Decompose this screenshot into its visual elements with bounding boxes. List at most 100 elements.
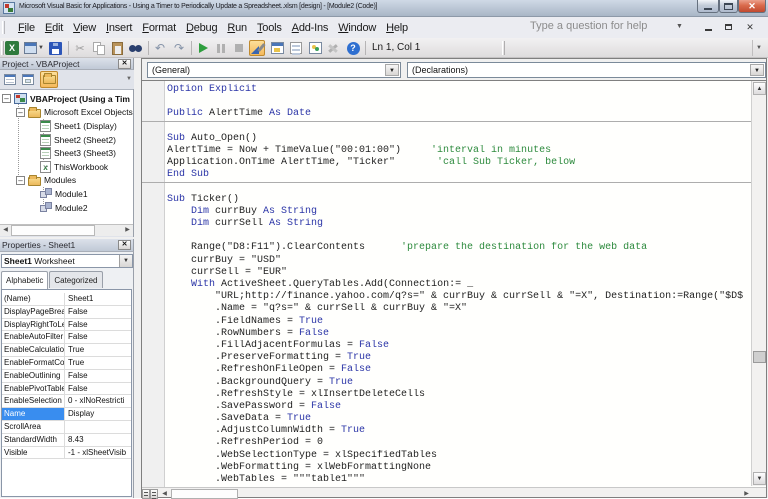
property-row-enableselection[interactable]: EnableSelection 0 - xlNoRestricti [2,395,131,409]
tree-item-module2[interactable]: Module2 [0,201,133,215]
question-box[interactable]: Type a question for help [530,20,680,35]
menu-debug[interactable]: Debug [181,20,222,36]
menu-grip[interactable] [2,21,5,34]
vscroll-thumb[interactable] [753,351,766,363]
object-dropdown[interactable]: (General) ▼ [147,62,401,78]
property-row-standardwidth[interactable]: StandardWidth 8.43 [2,433,131,447]
design-mode-button[interactable] [249,40,266,56]
menu-help[interactable]: Help [381,20,413,36]
property-row-displaypagebreak[interactable]: DisplayPageBreak False [2,305,131,319]
menu-window[interactable]: Window [333,20,381,36]
property-name[interactable]: (Name) [2,293,65,305]
project-hscrollbar[interactable]: ◀ ▶ [0,224,133,236]
project-explorer-button[interactable] [269,40,285,56]
property-name[interactable]: EnableSelection [2,395,65,408]
menu-run[interactable]: Run [222,20,252,36]
toolbar-grip-2[interactable] [502,41,505,55]
property-row-enablecalculation[interactable]: EnableCalculation True [2,344,131,357]
window-close-button[interactable]: ✕ [738,0,766,13]
menu-format[interactable]: Format [137,20,181,36]
insert-dropdown-arrow-icon[interactable]: ▼ [38,45,44,51]
property-value[interactable]: False [65,383,131,395]
help-button[interactable]: ? [345,40,361,56]
menu-file[interactable]: File [13,20,40,36]
menu-tools[interactable]: Tools [252,20,287,36]
property-row-name[interactable]: (Name) Sheet1 [2,293,131,306]
tree-item-microsoft-excel-objects[interactable]: – Microsoft Excel Objects [0,106,133,120]
tree-item-sheet3-sheet3[interactable]: Sheet3 (Sheet3) [0,146,133,160]
property-row-displayrighttolef[interactable]: DisplayRightToLef False [2,318,131,332]
property-row-enableoutlining[interactable]: EnableOutlining False [2,369,131,383]
property-row-name[interactable]: Name Display [2,408,131,421]
property-value[interactable]: True [65,357,131,369]
find-button[interactable] [127,40,143,56]
property-value[interactable]: True [65,344,131,356]
procedure-dropdown[interactable]: (Declarations) ▼ [407,62,766,78]
property-value[interactable]: 0 - xlNoRestricti [65,395,131,407]
property-row-scrollarea[interactable]: ScrollArea [2,420,131,434]
tree-item-modules[interactable]: – Modules [0,174,133,188]
property-name[interactable]: StandardWidth [2,433,65,446]
toolbar-overflow-button[interactable]: ▼ [752,40,765,56]
project-panel-close-button[interactable]: ✕ [118,59,131,69]
copy-button[interactable] [91,40,107,56]
cut-button[interactable]: ✂ [72,40,88,56]
properties-window-button[interactable] [288,40,304,56]
redo-button[interactable]: ↷ [171,40,187,56]
procedure-dropdown-arrow-icon[interactable]: ▼ [750,64,764,76]
menu-view[interactable]: View [68,20,101,36]
object-browser-button[interactable] [307,40,323,56]
paste-button[interactable] [109,40,125,56]
property-name[interactable]: EnableOutlining [2,369,65,382]
property-name[interactable]: EnablePivotTable [2,382,65,395]
window-minimize-button[interactable] [697,0,719,13]
reset-button[interactable] [231,40,247,56]
property-value[interactable]: Display [65,408,131,420]
window-maximize-button[interactable] [719,0,738,13]
property-value[interactable]: 8.43 [65,434,131,446]
toolbox-button[interactable] [325,40,341,56]
property-name[interactable]: EnableFormatCon [2,356,65,369]
property-name[interactable]: DisplayPageBreak [2,305,65,318]
vscroll-up-arrow[interactable]: ▲ [753,82,766,95]
view-code-button[interactable] [2,71,18,87]
project-hscroll-right-arrow[interactable]: ▶ [122,225,133,236]
project-toolbar-chevron-icon[interactable]: ▼ [126,76,132,82]
tree-item-vbaproject-using-a-tim[interactable]: – VBAProject (Using a Tim [0,92,133,106]
property-value[interactable] [65,421,131,433]
property-name[interactable]: Visible [2,446,65,459]
property-value[interactable]: False [65,331,131,343]
tab-alphabetic[interactable]: Alphabetic [1,271,49,289]
object-dropdown-arrow-icon[interactable]: ▼ [385,64,399,76]
tree-item-sheet2-sheet2[interactable]: Sheet2 (Sheet2) [0,133,133,147]
code-hscrollbar[interactable]: ◀ ▶ [142,487,766,499]
tree-expander-icon[interactable]: – [2,94,11,104]
properties-combo-arrow-icon[interactable]: ▼ [119,255,132,267]
properties-panel-close-button[interactable]: ✕ [118,240,131,250]
child-close-button[interactable]: ✕ [744,22,756,33]
property-name[interactable]: EnableCalculation [2,344,65,356]
view-excel-button[interactable]: X [4,40,20,56]
property-value[interactable]: False [65,306,131,318]
child-minimize-button[interactable] [702,22,714,33]
property-name[interactable]: ScrollArea [2,420,65,433]
property-name[interactable]: Name [2,408,65,420]
menu-addins[interactable]: Add-Ins [287,20,334,36]
break-button[interactable] [213,40,229,56]
property-name[interactable]: DisplayRightToLef [2,318,65,331]
property-row-visible[interactable]: Visible -1 - xlSheetVisib [2,446,131,460]
property-value[interactable]: False [65,319,131,331]
question-box-arrow-icon[interactable]: ▼ [676,23,683,30]
tree-expander-icon[interactable]: – [16,107,25,117]
insert-userform-button[interactable] [22,40,38,56]
tab-categorized[interactable]: Categorized [49,271,103,288]
code-editor[interactable]: Option Explicit Public AlertTime As Date S… [142,80,766,488]
menu-edit[interactable]: Edit [40,20,68,36]
tree-item-sheet1-display[interactable]: Sheet1 (Display) [0,119,133,133]
tree-item-module1[interactable]: Module1 [0,187,133,201]
tree-item-thisworkbook[interactable]: x ThisWorkbook [0,160,133,174]
run-button[interactable] [195,40,211,56]
property-row-enableformatcon[interactable]: EnableFormatCon True [2,356,131,370]
tree-expander-icon[interactable]: – [16,175,25,185]
property-value[interactable]: -1 - xlSheetVisib [65,447,131,459]
